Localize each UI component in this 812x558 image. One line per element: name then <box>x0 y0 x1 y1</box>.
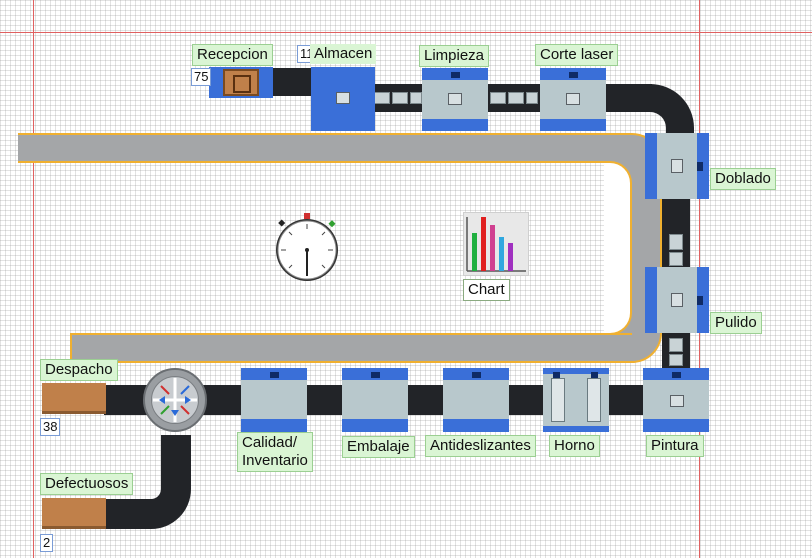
limpieza-station[interactable] <box>422 68 488 131</box>
recepcion-label: Recepcion <box>192 44 273 66</box>
agv-path-inner <box>604 161 632 335</box>
calidad-label: Calidad/ Inventario <box>237 432 313 472</box>
item-tray <box>374 92 390 104</box>
embalaje-label: Embalaje <box>342 436 415 458</box>
grid-line <box>33 0 34 558</box>
item-tray <box>508 92 524 104</box>
despacho-sink[interactable] <box>42 383 106 414</box>
calidad-label-line1: Calidad/ <box>242 434 298 451</box>
chart-widget[interactable] <box>463 212 529 276</box>
recepcion-count: 75 <box>191 68 212 86</box>
conveyor <box>272 68 312 96</box>
despacho-count: 38 <box>40 418 61 436</box>
agv-path-bottom <box>70 333 632 363</box>
antideslizantes-station[interactable] <box>443 368 509 432</box>
splitter-node[interactable] <box>143 368 207 432</box>
calidad-label-line2: Inventario <box>242 452 308 469</box>
corte-laser-station[interactable] <box>540 68 606 131</box>
item-tray <box>669 354 683 366</box>
corte-laser-label: Corte laser <box>535 44 619 66</box>
item-tray <box>490 92 506 104</box>
crate-icon <box>223 69 259 96</box>
agv-path-top <box>18 133 630 163</box>
item-tray <box>410 92 422 104</box>
recepcion-source[interactable] <box>209 67 273 98</box>
item-tray <box>392 92 408 104</box>
oven-rack <box>587 378 601 422</box>
oven-rack <box>551 378 565 422</box>
doblado-station[interactable] <box>645 133 709 199</box>
pintura-station[interactable] <box>643 368 709 432</box>
item-icon <box>566 93 580 105</box>
limpieza-label: Limpieza <box>419 45 490 67</box>
embalaje-station[interactable] <box>342 368 408 432</box>
despacho-label: Despacho <box>40 359 118 381</box>
arrows-icon <box>153 378 197 422</box>
item-icon <box>336 92 350 104</box>
stopwatch-icon[interactable] <box>270 210 344 284</box>
defectuosos-count: 2 <box>40 534 54 552</box>
item-tray <box>669 234 683 250</box>
defectuosos-sink[interactable] <box>42 498 106 529</box>
item-icon <box>670 395 684 407</box>
almacen-queue[interactable] <box>311 67 375 131</box>
chart-label: Chart <box>463 279 510 301</box>
horno-label: Horno <box>549 435 600 457</box>
antideslizantes-label: Antideslizantes <box>425 435 536 457</box>
pulido-station[interactable] <box>645 267 709 333</box>
pulido-label: Pulido <box>710 312 762 334</box>
conveyor-curve <box>640 84 694 138</box>
bar-chart-icon <box>466 217 526 272</box>
defectuosos-label: Defectuosos <box>40 473 134 495</box>
item-tray <box>526 92 538 104</box>
item-icon <box>671 159 683 173</box>
item-tray <box>669 252 683 266</box>
pintura-label: Pintura <box>646 435 704 457</box>
doblado-label: Doblado <box>710 168 776 190</box>
item-tray <box>669 338 683 352</box>
grid-line <box>0 32 812 33</box>
item-icon <box>671 293 683 307</box>
almacen-label: Almacen <box>310 44 377 64</box>
item-icon <box>448 93 462 105</box>
calidad-station[interactable] <box>241 368 307 432</box>
horno-station[interactable] <box>543 368 609 432</box>
